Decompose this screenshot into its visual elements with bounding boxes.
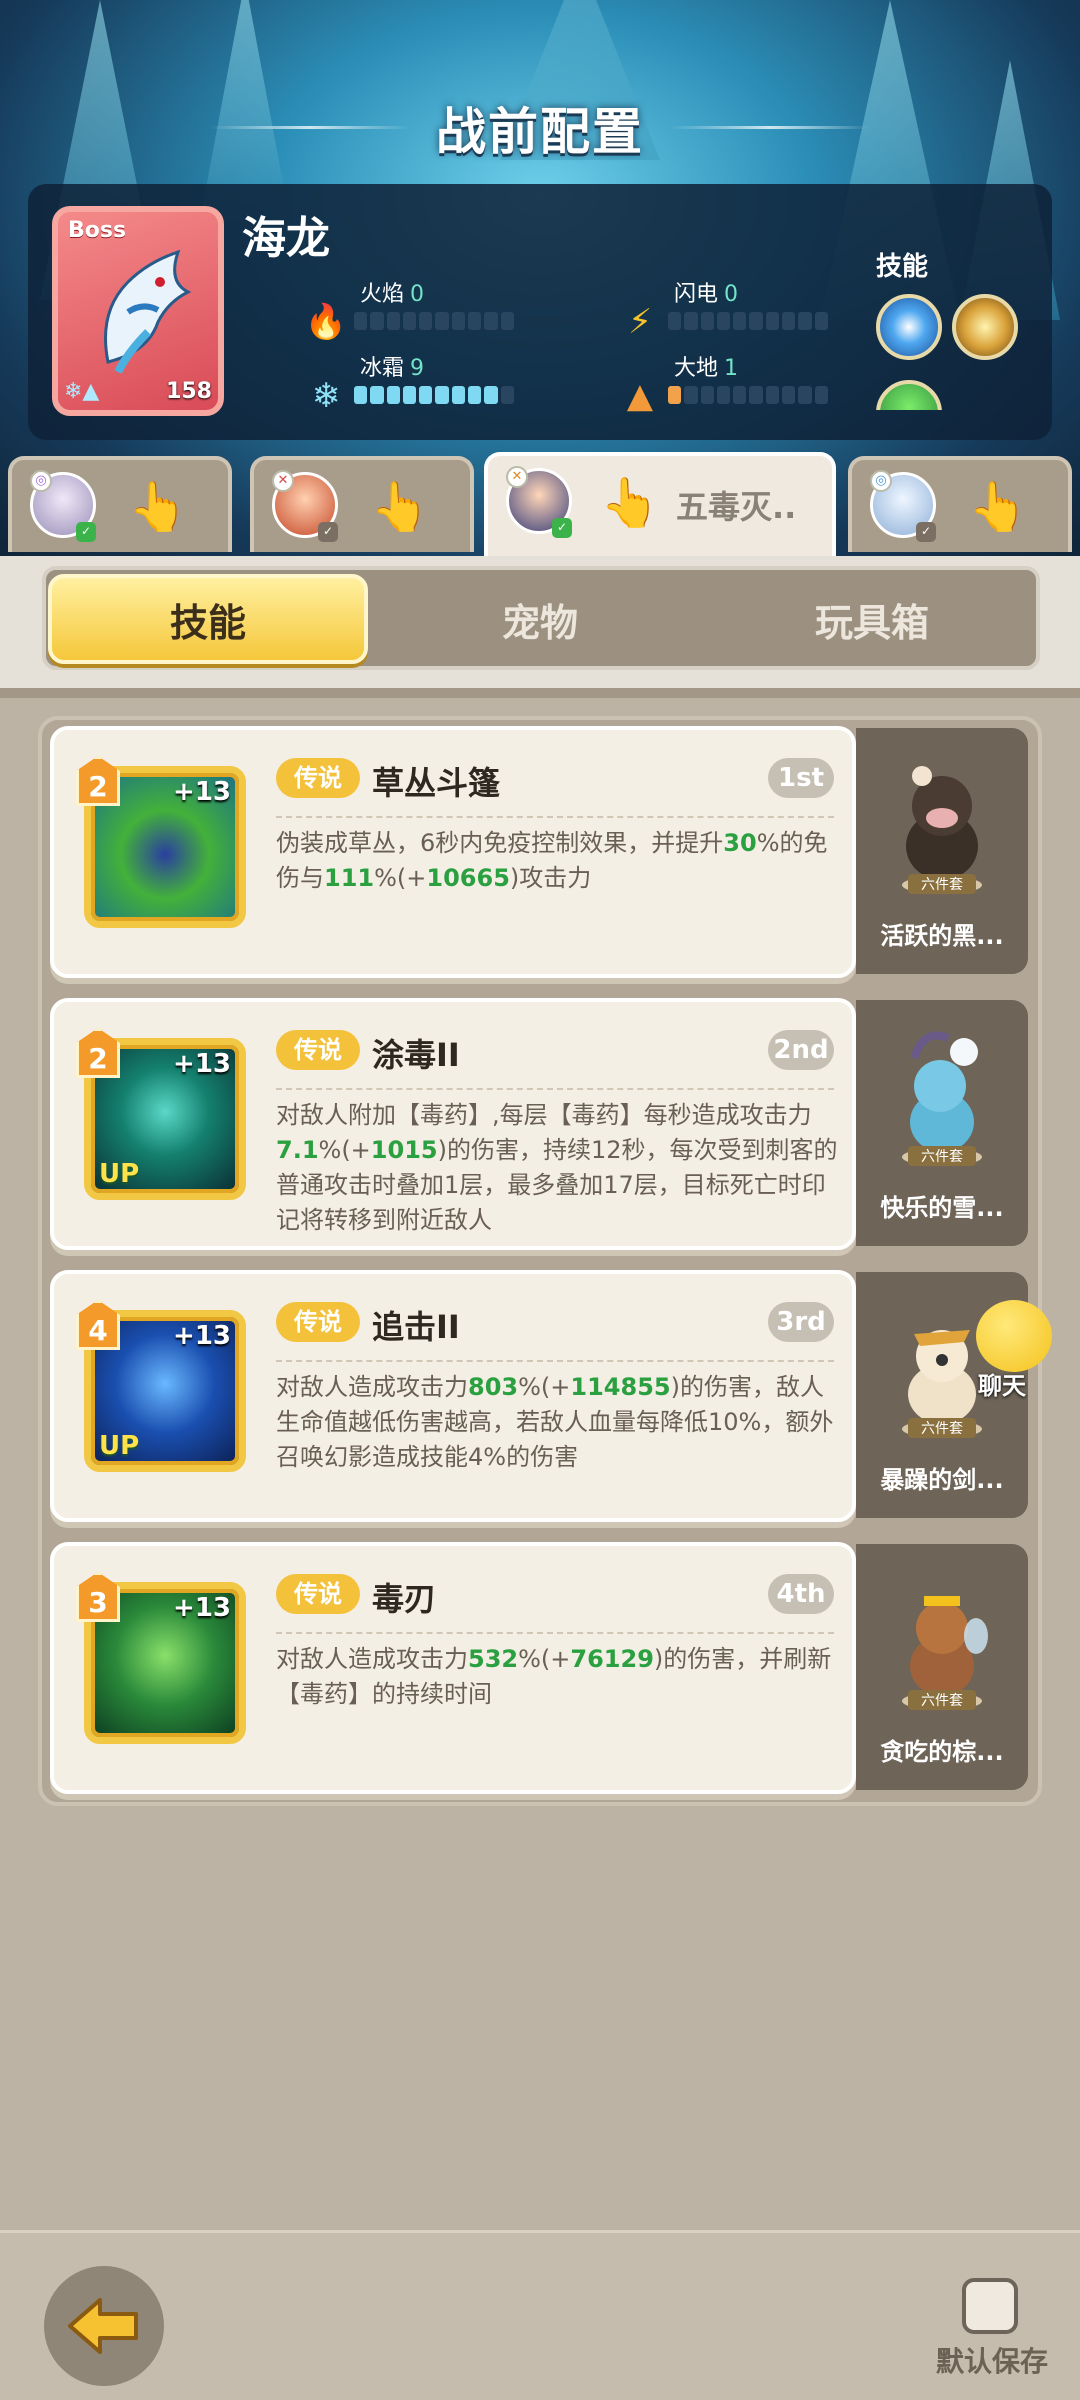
stat-fire: 火焰 0 🔥 — [290, 276, 514, 346]
order-badge: 2nd — [768, 1030, 834, 1070]
skill-description: 伪装成草丛，6秒内免疫控制效果，并提升30%的免伤与111%(+10665)攻击… — [276, 829, 828, 892]
back-arrow-icon — [68, 2298, 138, 2354]
frost-element-icon: ❄▲ — [64, 379, 100, 404]
stat-lightning-label: 闪电 — [674, 282, 719, 307]
equipped-check-icon: ✓ — [552, 518, 572, 538]
boss-skills-label: 技能 — [876, 252, 929, 282]
rarity-badge: 传说 — [276, 1302, 360, 1342]
skill-level-badge: 2 — [76, 1028, 120, 1078]
stat-fire-label: 火焰 — [360, 282, 405, 307]
set-tag: 六件套 — [908, 1418, 976, 1438]
default-save-label: 默认保存 — [936, 2345, 1049, 2378]
pet-name: 贪吃的棕... — [880, 1738, 1004, 1766]
tap-hand-icon: 👆 — [600, 475, 660, 531]
chat-button[interactable]: 聊天 — [968, 1300, 1054, 1400]
skill-description: 对敌人造成攻击力803%(+114855)的伤害，敌人生命值越低伤害越高，若敌人… — [276, 1373, 834, 1471]
pet-slot[interactable]: 六件套 活跃的黑... — [856, 728, 1028, 974]
tap-hand-icon: 👆 — [968, 479, 1028, 535]
fire-icon: 🔥 — [304, 302, 348, 342]
stat-earth: 大地 1 ▲ — [604, 350, 828, 420]
tap-hand-icon: 👆 — [370, 479, 430, 535]
class-badge-icon: ◎ — [870, 470, 892, 492]
skill-card[interactable]: +13 UP 4 传说 追击II 3rd 对敌人造成攻击力803%(+11485… — [50, 1270, 856, 1522]
set-tag: 六件套 — [908, 874, 976, 894]
stat-earth-value: 1 — [724, 356, 739, 381]
order-badge: 4th — [768, 1574, 834, 1614]
pet-name: 快乐的雪... — [880, 1194, 1004, 1222]
divider — [0, 688, 1080, 698]
skill-name: 草丛斗篷 — [372, 764, 501, 802]
stat-frost-label: 冰霜 — [360, 356, 405, 381]
boss-skill-star-icon[interactable] — [876, 294, 942, 360]
skill-card[interactable]: +13 3 传说 毒刃 4th 对敌人造成攻击力532%(+76129)的伤害，… — [50, 1542, 856, 1794]
boss-skill-claw-icon[interactable] — [952, 294, 1018, 360]
earth-icon: ▲ — [626, 376, 654, 416]
snowflake-icon: ❄ — [311, 376, 341, 416]
hero-tab-3-active[interactable]: ✕ ✓ 👆 五毒灭.. — [484, 452, 836, 556]
pet-name: 暴躁的剑... — [880, 1466, 1004, 1494]
default-save-checkbox[interactable] — [962, 2278, 1018, 2334]
hero-tab-label: 五毒灭.. — [676, 488, 797, 526]
boss-portrait[interactable]: Boss ❄▲ 158 — [52, 206, 224, 416]
equipped-check-icon: ✓ — [318, 522, 338, 542]
upgrade-tag: UP — [99, 1431, 140, 1461]
back-button[interactable] — [44, 2266, 164, 2386]
pet-name: 活跃的黑... — [880, 922, 1004, 950]
hero-tab-2[interactable]: ✕ ✓ 👆 — [250, 456, 474, 552]
skill-card[interactable]: +13 2 传说 草丛斗篷 1st 伪装成草丛，6秒内免疫控制效果，并提升30%… — [50, 726, 856, 978]
tab-skills[interactable]: 技能 — [48, 574, 368, 664]
hero-tab-4[interactable]: ◎ ✓ 👆 — [848, 456, 1072, 552]
tab-toybox[interactable]: 玩具箱 — [712, 574, 1032, 664]
skill-level-badge: 2 — [76, 756, 120, 806]
chat-face-icon — [976, 1300, 1052, 1372]
rarity-badge: 传说 — [276, 758, 360, 798]
skill-name: 追击II — [372, 1308, 460, 1346]
lightning-icon: ⚡ — [628, 302, 652, 342]
sea-dragon-icon — [104, 249, 192, 374]
boss-tag: Boss — [68, 218, 127, 243]
hero-tab-1[interactable]: ◎ ✓ 👆 — [8, 456, 232, 552]
equipped-check-icon: ✓ — [916, 522, 936, 542]
skill-name: 涂毒II — [372, 1036, 460, 1074]
skill-description: 对敌人造成攻击力532%(+76129)的伤害，并刷新【毒药】的持续时间 — [276, 1645, 832, 1708]
rarity-badge: 传说 — [276, 1030, 360, 1070]
set-tag: 六件套 — [908, 1690, 976, 1710]
chat-label: 聊天 — [978, 1372, 1026, 1400]
rarity-badge: 传说 — [276, 1574, 360, 1614]
class-badge-icon: ✕ — [272, 470, 294, 492]
stat-frost-value: 9 — [410, 356, 425, 381]
pet-slot[interactable]: 六件套 快乐的雪... — [856, 1000, 1028, 1246]
class-badge-icon: ◎ — [30, 470, 52, 492]
skill-plus: +13 — [173, 1049, 231, 1079]
pet-slot[interactable]: 六件套 贪吃的棕... — [856, 1544, 1028, 1790]
skill-plus: +13 — [173, 777, 231, 807]
order-badge: 3rd — [768, 1302, 834, 1342]
class-badge-icon: ✕ — [506, 466, 528, 488]
boss-name: 海龙 — [242, 213, 330, 264]
stat-earth-label: 大地 — [674, 356, 719, 381]
stat-fire-value: 0 — [410, 282, 425, 307]
skill-description: 对敌人附加【毒药】,每层【毒药】每秒造成攻击力7.1%(+1015)的伤害，持续… — [276, 1101, 838, 1234]
upgrade-tag: UP — [99, 1159, 140, 1189]
page-title: 战前配置 — [436, 103, 644, 161]
skill-name: 毒刃 — [372, 1580, 437, 1618]
set-tag: 六件套 — [908, 1146, 976, 1166]
boss-level: 158 — [166, 379, 212, 404]
equipped-check-icon: ✓ — [76, 522, 96, 542]
stat-lightning-value: 0 — [724, 282, 739, 307]
boss-skill-nature-icon[interactable] — [876, 380, 942, 410]
tab-pets[interactable]: 宠物 — [380, 574, 700, 664]
skill-level-badge: 3 — [76, 1572, 120, 1622]
stat-frost: 冰霜 9 ❄ — [290, 350, 514, 420]
skill-plus: +13 — [173, 1593, 231, 1623]
stat-lightning: 闪电 0 ⚡ — [604, 276, 828, 346]
skill-plus: +13 — [173, 1321, 231, 1351]
tap-hand-icon: 👆 — [128, 479, 188, 535]
skill-card[interactable]: +13 UP 2 传说 涂毒II 2nd 对敌人附加【毒药】,每层【毒药】每秒造… — [50, 998, 856, 1250]
skill-level-badge: 4 — [76, 1300, 120, 1350]
boss-info-panel: Boss ❄▲ 158 海龙 火焰 0 🔥 闪电 0 ⚡ 冰霜 9 ❄ 大地 1 ▲ 技… — [28, 184, 1052, 440]
order-badge: 1st — [768, 758, 834, 798]
